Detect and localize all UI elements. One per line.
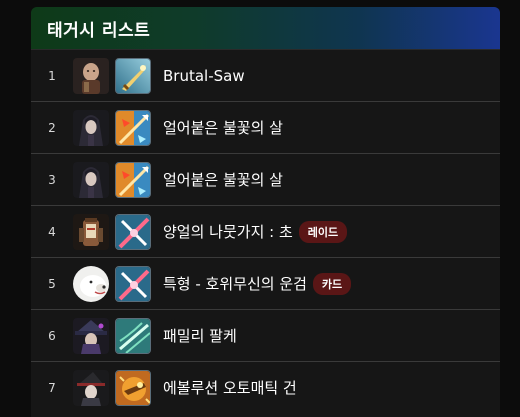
ice-fire-arrow-skill-icon (115, 109, 151, 146)
list-item[interactable]: 6 패밀리 팔케 (31, 309, 500, 361)
list-header: 태거시 리스트 (31, 7, 500, 49)
bald-warrior-portrait-icon (73, 57, 109, 94)
legacy-list-panel: 태거시 리스트 1 Brutal-Saw 2 얼어붙은 불꽃의 살 3 얼어붙은… (31, 7, 500, 417)
legacy-list: 1 Brutal-Saw 2 얼어붙은 불꽃의 살 3 얼어붙은 불꽃의 살 4… (31, 49, 500, 413)
rank-number: 1 (48, 68, 56, 83)
rank-number: 5 (48, 276, 56, 291)
item-name: 양얼의 나뭇가지 : 초 (163, 223, 293, 241)
wind-slash-skill-icon (115, 317, 151, 354)
hooded-woman-portrait-icon (73, 109, 109, 146)
item-name: 특형 - 호위무신의 운검 (163, 275, 307, 293)
golden-gun-skill-icon (115, 369, 151, 406)
raid-badge: 레이드 (298, 220, 348, 243)
crossed-blade-skill-icon (115, 213, 151, 250)
rank-number: 6 (48, 328, 56, 343)
witch-portrait-icon (73, 369, 109, 406)
item-name: 얼어붙은 불꽃의 살 (163, 119, 283, 137)
rank-number: 7 (48, 380, 56, 395)
list-item[interactable]: 7 에볼루션 오토매틱 건 (31, 361, 500, 413)
ice-fire-arrow-skill-icon (115, 161, 151, 198)
item-name: Brutal-Saw (163, 66, 245, 85)
crossed-blade-skill-icon (115, 265, 151, 302)
list-item[interactable]: 3 얼어붙은 불꽃의 살 (31, 153, 500, 205)
card-badge: 카드 (312, 272, 352, 295)
rank-number: 2 (48, 120, 56, 135)
item-name: 얼어붙은 불꽃의 살 (163, 171, 283, 189)
golden-sword-skill-icon (115, 57, 151, 94)
rank-number: 4 (48, 224, 56, 239)
list-item[interactable]: 2 얼어붙은 불꽃의 살 (31, 101, 500, 153)
list-title: 태거시 리스트 (47, 20, 151, 41)
rank-number: 3 (48, 172, 56, 187)
lantern-golem-portrait-icon (73, 213, 109, 250)
white-beast-portrait-icon (73, 265, 109, 302)
hatted-mage-portrait-icon (73, 317, 109, 354)
list-item[interactable]: 4 양얼의 나뭇가지: 초 레이드 (31, 205, 500, 257)
list-item[interactable]: 5 특형 - 호위무신의 운검 카드 (31, 257, 500, 309)
item-name: 패밀리 팔케 (163, 327, 237, 345)
item-name: 에볼루션 오토매틱 건 (163, 379, 297, 397)
hooded-woman-portrait-icon (73, 161, 109, 198)
list-item[interactable]: 1 Brutal-Saw (31, 49, 500, 101)
